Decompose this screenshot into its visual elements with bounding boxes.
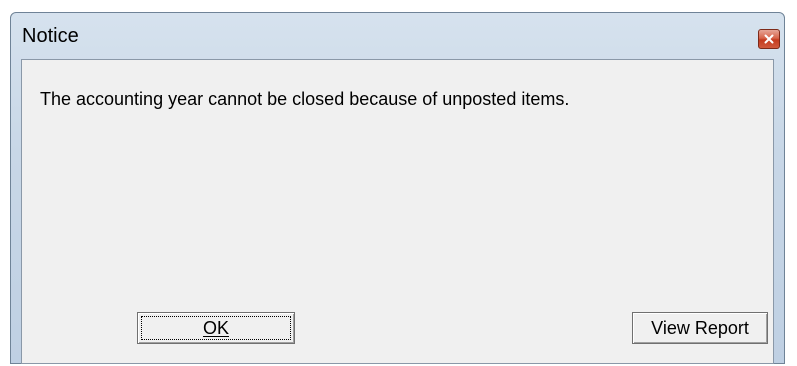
view-report-button-label: View Report — [651, 317, 749, 338]
title-bar[interactable]: Notice — [11, 13, 784, 59]
close-icon — [764, 34, 774, 44]
notice-dialog-window: Notice The accounting year cannot be clo… — [10, 12, 785, 364]
ok-button[interactable]: OK — [137, 312, 295, 344]
ok-button-label: OK — [202, 317, 229, 338]
window-title: Notice — [22, 25, 79, 47]
view-report-button[interactable]: View Report — [632, 312, 768, 344]
notice-message: The accounting year cannot be closed bec… — [40, 89, 570, 109]
close-button[interactable] — [758, 29, 780, 49]
dialog-content: The accounting year cannot be closed bec… — [21, 59, 774, 364]
